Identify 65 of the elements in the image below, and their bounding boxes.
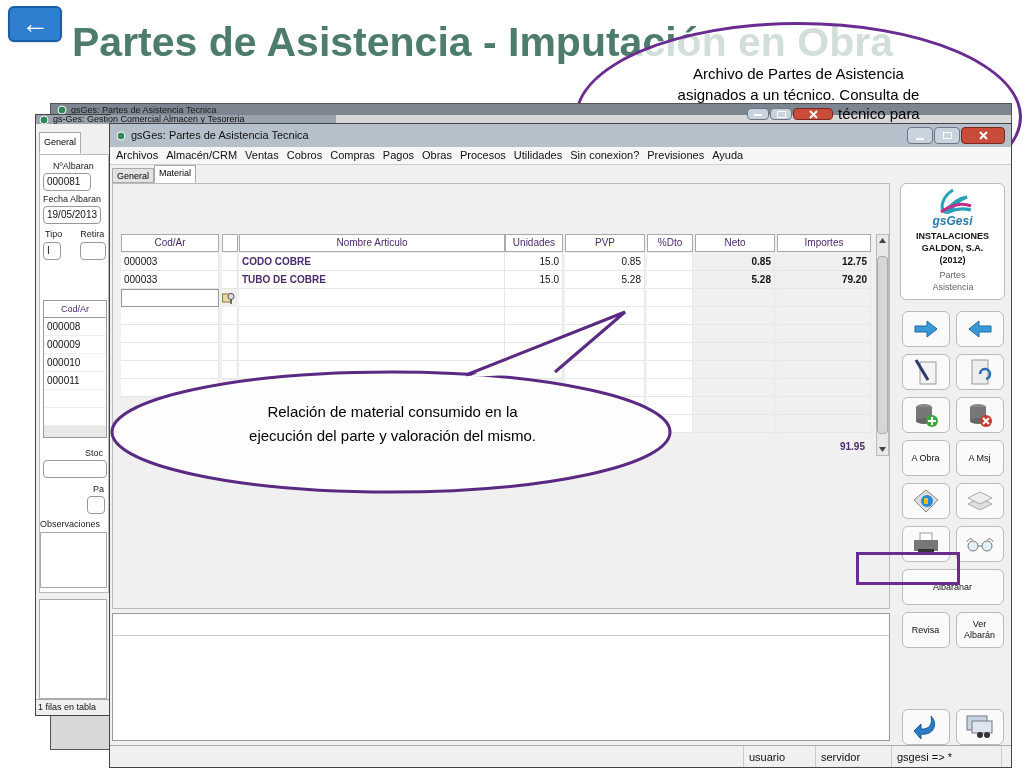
text-button[interactable]: Revisa — [901, 612, 950, 648]
window-title: gsGes: Partes de Asistencia Tecnica — [71, 104, 217, 115]
field-label: NºAlbaran — [53, 160, 95, 172]
table-cell: 0.85 — [695, 253, 775, 271]
field-label: Tipo — [45, 228, 63, 240]
menu-item[interactable]: Ventas — [245, 147, 279, 164]
table-cell: 5.28 — [695, 271, 775, 289]
column-header: Cod/Ar — [44, 300, 106, 318]
callout-text: Relación de material consumido en la — [267, 402, 518, 422]
table-cell: 15.0 — [505, 271, 563, 289]
column-header: Importes — [777, 234, 871, 252]
tab[interactable]: General — [112, 168, 155, 183]
column-header: Cod/Ar — [121, 234, 219, 252]
table-cell: 5.28 — [565, 271, 645, 289]
input-field[interactable]: 000081 — [43, 172, 91, 191]
text-button[interactable]: Ver Albarán — [955, 612, 1004, 648]
status-text: servidor — [816, 746, 892, 767]
tab[interactable]: General — [39, 132, 82, 154]
table-cell: 000033 — [121, 271, 219, 289]
menu-item[interactable]: Utilidades — [513, 147, 563, 164]
menu-item[interactable]: Ayuda — [712, 147, 744, 164]
table-cell: 12.75 — [777, 253, 871, 271]
input-field[interactable]: I — [43, 241, 61, 260]
field-label: Fecha Albaran — [43, 193, 103, 205]
menu-item[interactable]: Compras — [330, 147, 375, 164]
logo-text: gsGesi — [932, 214, 973, 228]
text-button[interactable]: Albaranar — [901, 569, 1004, 605]
table-cell: 000003 — [121, 253, 219, 271]
field-label: Stoc — [85, 447, 104, 459]
module-name: Partes Asistencia — [932, 269, 973, 293]
column-header: Nombre Articulo — [239, 234, 505, 252]
table-cell: CODO COBRE — [239, 253, 505, 271]
menu-item[interactable]: Almacén/CRM — [166, 147, 238, 164]
company-name: INSTALACIONES GALDON, S.A. (2012) — [916, 230, 989, 266]
table-cell: 15.0 — [505, 253, 563, 271]
callout-text: Archivo de Partes de Asistencia — [693, 64, 904, 84]
status-text: usuario — [744, 746, 816, 767]
menu-item[interactable]: Pagos — [382, 147, 415, 164]
menu-item[interactable]: Sin conexion? — [570, 147, 640, 164]
menu-item[interactable]: Cobros — [286, 147, 323, 164]
window-title: gsGes: Partes de Asistencia Tecnica — [131, 128, 309, 144]
column-header: PVP — [565, 234, 645, 252]
menu-item[interactable]: Archivos — [116, 147, 159, 164]
callout-text: ejecución del parte y valoración del mismo. — [249, 426, 536, 446]
column-header: Unidades — [505, 234, 563, 252]
back-button[interactable]: ← — [8, 6, 62, 42]
table-cell: TUBO DE COBRE — [239, 271, 505, 289]
menu-item[interactable]: Procesos — [460, 147, 506, 164]
total-value: 91.95 — [839, 439, 865, 454]
menu-item[interactable]: Previsiones — [647, 147, 705, 164]
field-label: Observaciones — [40, 518, 102, 530]
table-cell: 0.85 — [565, 253, 645, 271]
text-button[interactable]: A Obra — [901, 440, 950, 476]
status-text: 1 filas en tabla — [37, 700, 98, 714]
menu-item[interactable]: Obras — [422, 147, 452, 164]
column-header: %Dto — [647, 234, 693, 252]
status-text: gsgesi => * — [892, 746, 1002, 767]
column-header: Neto — [695, 234, 775, 252]
field-label: Retira — [80, 228, 105, 240]
input-field[interactable]: 19/05/2013 — [43, 205, 101, 224]
callout-text: asignados a un técnico. Consulta de — [677, 85, 920, 105]
tab[interactable]: Material — [154, 165, 197, 183]
text-button[interactable]: A Msj — [955, 440, 1004, 476]
field-label: Pa — [93, 483, 105, 495]
table-cell: 79.20 — [777, 271, 871, 289]
